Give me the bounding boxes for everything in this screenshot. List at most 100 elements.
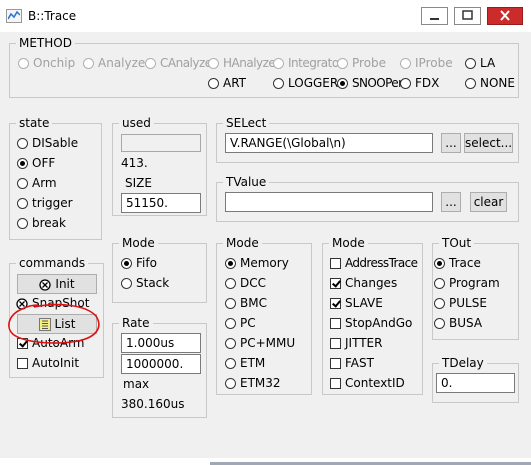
method-analyzer[interactable]: Analyzer: [83, 54, 150, 72]
select-group: SELect V.RANGE(\Global\n) ... select...: [216, 115, 519, 163]
select-button[interactable]: select...: [464, 133, 513, 153]
select-label: SELect: [223, 115, 270, 131]
checkbox-icon: [330, 358, 341, 369]
radio-icon: [121, 278, 132, 289]
trace-app-icon: [6, 9, 22, 23]
radio-icon: [18, 58, 29, 69]
max-value: 380.160us: [121, 397, 185, 411]
size-field[interactable]: 51150.: [121, 193, 201, 213]
rate-label: Rate: [119, 315, 153, 331]
used-label: used: [119, 115, 154, 131]
used-group: used 413. SIZE 51150.: [112, 115, 207, 216]
checkbox-icon: [330, 258, 341, 269]
method-logger[interactable]: LOGGER: [273, 74, 338, 92]
max-label: max: [123, 377, 150, 391]
radio-icon: [225, 298, 236, 309]
radio-icon: [400, 78, 411, 89]
select-field[interactable]: V.RANGE(\Global\n): [225, 133, 433, 153]
checkbox-icon: [17, 358, 28, 369]
tvalue-field[interactable]: [225, 192, 433, 212]
option-jitter[interactable]: JITTER: [330, 334, 382, 352]
trace-window: B::Trace METHOD Onchip Analyzer CAnalyze…: [0, 0, 531, 465]
radio-icon: [208, 78, 219, 89]
mode-dcc[interactable]: DCC: [225, 274, 266, 292]
method-canalyzer[interactable]: CAnalyzer: [145, 54, 217, 72]
radio-icon: [273, 58, 284, 69]
radio-selected-icon: [337, 78, 348, 89]
clear-button[interactable]: clear: [470, 192, 507, 212]
option-addresstrace[interactable]: AddressTrace: [330, 254, 418, 272]
maximize-button[interactable]: [454, 7, 481, 25]
method-art[interactable]: ART: [208, 74, 246, 92]
radio-icon: [225, 358, 236, 369]
tout-group: TOut Trace Program PULSE BUSA: [432, 235, 519, 340]
tvalue-dots-button[interactable]: ...: [441, 192, 461, 212]
close-button[interactable]: [487, 7, 523, 25]
close-icon: [500, 10, 510, 21]
rate-count-field[interactable]: 1000000.: [121, 354, 201, 374]
buffer-mode-label: Mode: [119, 235, 158, 251]
tdelay-field[interactable]: 0.: [436, 373, 515, 393]
init-icon: [39, 279, 52, 291]
method-onchip[interactable]: Onchip: [18, 54, 75, 72]
option-stopandgo[interactable]: StopAndGo: [330, 314, 412, 332]
method-probe[interactable]: Probe: [337, 54, 386, 72]
radio-icon: [17, 138, 28, 149]
tout-program[interactable]: Program: [434, 274, 500, 292]
radio-icon: [434, 278, 445, 289]
state-arm[interactable]: Arm: [17, 174, 57, 192]
mode-etm[interactable]: ETM: [225, 354, 265, 372]
option-contextid[interactable]: ContextID: [330, 374, 405, 392]
radio-icon: [225, 338, 236, 349]
state-label: state: [16, 115, 53, 131]
method-none[interactable]: NONE: [465, 74, 515, 92]
method-integrator[interactable]: Integrator: [273, 54, 344, 72]
mode-memory[interactable]: Memory: [225, 254, 289, 272]
radio-icon: [225, 378, 236, 389]
radio-icon: [83, 58, 94, 69]
maximize-icon: [462, 10, 473, 20]
mode-pc[interactable]: PC: [225, 314, 256, 332]
mode-stack[interactable]: Stack: [121, 274, 169, 292]
option-slave[interactable]: SLAVE: [330, 294, 383, 312]
mode-fifo[interactable]: Fifo: [121, 254, 157, 272]
tout-pulse[interactable]: PULSE: [434, 294, 487, 312]
state-off[interactable]: OFF: [17, 154, 55, 172]
option-fast[interactable]: FAST: [330, 354, 374, 372]
method-iprobe[interactable]: IProbe: [400, 54, 453, 72]
title-bar[interactable]: B::Trace: [0, 0, 531, 32]
autoinit-checkbox[interactable]: AutoInit: [17, 354, 79, 372]
option-changes[interactable]: Changes: [330, 274, 397, 292]
method-hanalyzer[interactable]: HAnalyzer: [208, 54, 280, 72]
state-trigger[interactable]: trigger: [17, 194, 73, 212]
checkbox-checked-icon: [330, 298, 341, 309]
select-dots-button[interactable]: ...: [441, 133, 461, 153]
state-break[interactable]: break: [17, 214, 66, 232]
tdelay-group: TDelay 0.: [432, 355, 519, 403]
mode-bmc[interactable]: BMC: [225, 294, 267, 312]
mode-pc-mmu[interactable]: PC+MMU: [225, 334, 295, 352]
radio-icon: [465, 78, 476, 89]
mode-etm32[interactable]: ETM32: [225, 374, 281, 392]
tout-label: TOut: [439, 235, 475, 251]
method-snooper[interactable]: SNOOPer: [337, 74, 403, 92]
rate-field[interactable]: 1.000us: [121, 333, 201, 353]
radio-selected-icon: [434, 258, 445, 269]
checkbox-checked-icon: [330, 278, 341, 289]
tdelay-label: TDelay: [439, 355, 487, 371]
method-la[interactable]: LA: [465, 54, 495, 72]
minimize-button[interactable]: [421, 7, 448, 25]
radio-icon: [17, 178, 28, 189]
radio-icon: [208, 58, 219, 69]
rate-group: Rate 1.000us 1000000. max 380.160us: [112, 315, 207, 418]
radio-icon: [17, 218, 28, 229]
trace-options-label: Mode: [329, 235, 368, 251]
trace-mode-group: Mode Memory DCC BMC PC PC+MMU ETM ETM32: [216, 235, 312, 395]
tout-trace[interactable]: Trace: [434, 254, 481, 272]
tout-busa[interactable]: BUSA: [434, 314, 482, 332]
trace-mode-label: Mode: [223, 235, 262, 251]
state-disable[interactable]: DISable: [17, 134, 78, 152]
radio-icon: [337, 58, 348, 69]
init-button[interactable]: Init: [17, 274, 97, 294]
method-fdx[interactable]: FDX: [400, 74, 439, 92]
